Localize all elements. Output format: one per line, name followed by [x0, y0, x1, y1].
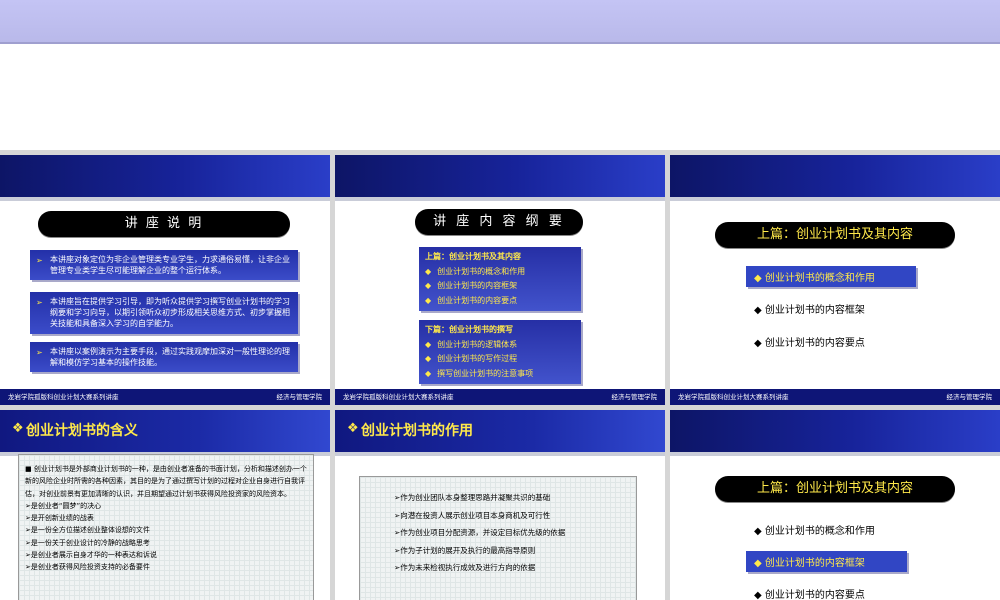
diamond-bullet-icon: ◆: [425, 266, 432, 276]
slide-title: 上篇：创业计划书及其内容: [715, 222, 955, 248]
diamond-bullet-icon: ◆: [754, 558, 765, 569]
arrow-bullet-icon: ➢: [36, 256, 43, 265]
note-box-1: ➢ 本讲座对象定位为非企业管理类专业学生，力求通俗易懂，让非企业管理专业类学生尽…: [30, 250, 298, 280]
footer-left-text: 龙岩学院孤版科创业计划大赛系列讲座: [343, 393, 454, 401]
content-item: ◆ 创业计划书的内容要点: [754, 338, 865, 349]
diamond-bullet-icon: ◆: [425, 295, 432, 305]
slide-title: 讲 座 内 容 纲 要: [415, 209, 583, 235]
outline-item: ◆ 创业计划书的逻辑体系: [425, 339, 518, 349]
highlighted-item: ◆ 创业计划书的内容框架: [746, 551, 907, 572]
content-item: ◆ 创业计划书的内容要点: [754, 590, 865, 600]
definition-item: ➢是创业者“圆梦”的决心: [25, 501, 102, 510]
function-item: ➢作为创业项目分配资源，并设定目标优先级的依据: [394, 528, 566, 537]
clover-bullet-icon: ❖: [12, 421, 24, 436]
outline-part-2: 下篇：创业计划书的撰写 ◆ 创业计划书的逻辑体系 ◆ 创业计划书的写作过程 ◆ 撰写创…: [419, 320, 581, 384]
slide-lecture-notes[interactable]: 讲 座 说 明 ➢ 本讲座对象定位为非企业管理类专业学生，力求通俗易懂，让非企业…: [0, 155, 330, 405]
diamond-bullet-icon: ◆: [425, 368, 432, 378]
clover-bullet-icon: ❖: [347, 421, 359, 436]
slide-header-bar: [670, 410, 1000, 456]
footer-left-text: 龙岩学院孤版科创业计划大赛系列讲座: [8, 393, 119, 401]
function-item: ➢作为未来检视执行成效及进行方向的依据: [394, 563, 536, 572]
function-item: ➢作为创业团队本身整理思路并凝聚共识的基础: [394, 493, 551, 502]
outline-item: ◆ 撰写创业计划书的注意事项: [425, 368, 534, 378]
slide-title: 创业计划书的含义: [26, 423, 138, 439]
slide-title: 讲 座 说 明: [38, 211, 290, 237]
highlighted-item: ◆ 创业计划书的概念和作用: [746, 266, 916, 287]
outline-head: 上篇：创业计划书及其内容: [425, 252, 521, 261]
diamond-bullet-icon: ◆: [754, 526, 765, 537]
functions-box: ➢作为创业团队本身整理思路并凝聚共识的基础 ➢向潜在投资人展示创业项目本身商机及…: [359, 476, 637, 600]
slide-footer: 龙岩学院孤版科创业计划大赛系列讲座 经济与管理学院: [670, 389, 1000, 405]
slide-plan-definition[interactable]: ❖ 创业计划书的含义 ■ 创业计划书是外部商业计划书的一种，是由创业者准备的书面…: [0, 410, 330, 600]
note-box-2: ➢ 本讲座旨在提供学习引导，即为听众提供学习撰写创业计划书的学习纲要和学习向导，…: [30, 292, 298, 334]
slide-header-bar: [0, 155, 330, 201]
outline-item: ◆ 创业计划书的写作过程: [425, 354, 518, 363]
diamond-bullet-icon: ◆: [754, 273, 765, 284]
definition-intro: ■ 创业计划书是外部商业计划书的一种，是由创业者准备的书面计划，分析和描述创办一…: [25, 465, 307, 498]
definition-item: ➢是创业者获得风险投资支持的必备要件: [25, 563, 150, 572]
function-item: ➢作为子计划的展开及执行的最高指导原则: [394, 545, 536, 555]
note-text-2: 本讲座旨在提供学习引导，即为听众提供学习撰写创业计划书的学习纲要和学习向导，以期…: [50, 297, 290, 328]
slide-part1-contents-a[interactable]: 上篇：创业计划书及其内容 ◆ 创业计划书的概念和作用 ◆ 创业计划书的内容框架 …: [670, 155, 1000, 405]
arrow-bullet-icon: ➢: [36, 298, 43, 307]
top-banner: [0, 0, 1000, 44]
diamond-bullet-icon: ◆: [754, 338, 765, 349]
outline-part-1: 上篇：创业计划书及其内容 ◆ 创业计划书的概念和作用 ◆ 创业计划书的内容框架 ◆ 创…: [419, 247, 581, 311]
outline-item: ◆ 创业计划书的概念和作用: [425, 266, 526, 276]
slide-header-bar: [335, 155, 665, 201]
outline-item: ◆ 创业计划书的内容框架: [425, 281, 518, 290]
slide-lecture-outline[interactable]: 讲 座 内 容 纲 要 上篇：创业计划书及其内容 ◆ 创业计划书的概念和作用 ◆ 创…: [335, 155, 665, 405]
diamond-bullet-icon: ◆: [425, 281, 432, 290]
definition-box: ■ 创业计划书是外部商业计划书的一种，是由创业者准备的书面计划，分析和描述创办一…: [18, 454, 314, 600]
outline-item: ◆ 创业计划书的内容要点: [425, 295, 518, 305]
content-item: ◆ 创业计划书的概念和作用: [754, 526, 875, 537]
note-text-1: 本讲座对象定位为非企业管理类专业学生，力求通俗易懂，让非企业管理专业类学生尽可能…: [50, 255, 290, 275]
slide-title: 上篇：创业计划书及其内容: [715, 476, 955, 502]
slide-header-bar: ❖ 创业计划书的作用: [335, 410, 665, 456]
slide-footer: 龙岩学院孤版科创业计划大赛系列讲座 经济与管理学院: [0, 389, 330, 405]
footer-right-text: 经济与管理学院: [276, 393, 323, 401]
definition-item: ➢是一份全方位描述创业整体设想的文件: [25, 526, 150, 535]
diamond-bullet-icon: ◆: [754, 305, 765, 316]
footer-right-text: 经济与管理学院: [611, 393, 658, 401]
definition-item: ➢是创业者展示自身才华的一种表达和诉说: [25, 551, 157, 560]
slide-header-bar: [670, 155, 1000, 201]
slide-part1-contents-b[interactable]: 上篇：创业计划书及其内容 ◆ 创业计划书的概念和作用 ◆ 创业计划书的内容框架 …: [670, 410, 1000, 600]
footer-left-text: 龙岩学院孤版科创业计划大赛系列讲座: [678, 393, 789, 401]
function-item: ➢向潜在投资人展示创业项目本身商机及可行性: [394, 510, 551, 520]
outline-head: 下篇：创业计划书的撰写: [425, 325, 513, 334]
slide-plan-functions[interactable]: ❖ 创业计划书的作用 ➢作为创业团队本身整理思路并凝聚共识的基础 ➢向潜在投资人…: [335, 410, 665, 600]
note-box-3: ➢ 本讲座以案例演示为主要手段，通过实践观摩加深对一般性理论的理解和模仿学习基本…: [30, 342, 298, 372]
arrow-bullet-icon: ➢: [36, 348, 43, 357]
diamond-bullet-icon: ◆: [425, 354, 432, 363]
definition-item: ➢是一份关于创业设计的冷静的战略思考: [25, 538, 150, 547]
footer-right-text: 经济与管理学院: [946, 393, 993, 401]
slide-title: 创业计划书的作用: [361, 423, 473, 439]
slide-footer: 龙岩学院孤版科创业计划大赛系列讲座 经济与管理学院: [335, 389, 665, 405]
definition-item: ➢是开创新业绩的战表: [25, 514, 94, 523]
note-text-3: 本讲座以案例演示为主要手段，通过实践观摩加深对一般性理论的理解和模仿学习基本的操…: [50, 347, 290, 367]
diamond-bullet-icon: ◆: [425, 339, 432, 349]
slide-header-bar: ❖ 创业计划书的含义: [0, 410, 330, 456]
square-bullet-icon: ■: [25, 465, 34, 473]
diamond-bullet-icon: ◆: [754, 590, 765, 600]
content-item: ◆ 创业计划书的内容框架: [754, 305, 865, 316]
